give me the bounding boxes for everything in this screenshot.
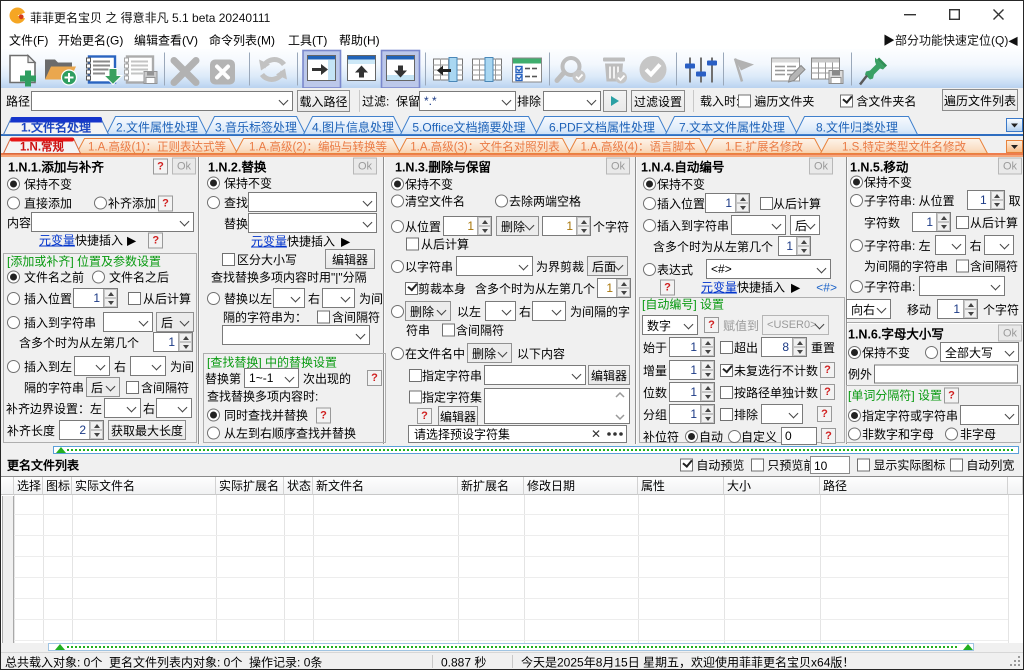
svg-text:1.A.高级(1)：正则表达式等: 1.A.高级(1)：正则表达式等 [88, 140, 226, 154]
svg-text:8.文件归类处理: 8.文件归类处理 [816, 120, 898, 135]
svg-text:1.N.常规: 1.N.常规 [20, 140, 65, 154]
svg-text:3.音乐标签处理: 3.音乐标签处理 [215, 120, 297, 135]
svg-text:1.文件名处理: 1.文件名处理 [21, 120, 91, 135]
svg-text:2.文件属性处理: 2.文件属性处理 [116, 120, 198, 135]
svg-text:1.A.高级(2)：编码与转换等: 1.A.高级(2)：编码与转换等 [249, 140, 387, 154]
svg-text:6.PDF文档属性处理: 6.PDF文档属性处理 [549, 120, 655, 135]
svg-text:1.A.高级(3)：文件名对照列表: 1.A.高级(3)：文件名对照列表 [410, 140, 560, 154]
svg-text:1.A.高级(4)：语言脚本: 1.A.高级(4)：语言脚本 [580, 140, 696, 154]
svg-text:1.S.特定类型文件名修改: 1.S.特定类型文件名修改 [842, 140, 966, 154]
svg-text:7.文本文件属性处理: 7.文本文件属性处理 [679, 120, 785, 135]
svg-text:5.Office文档摘要处理: 5.Office文档摘要处理 [412, 120, 525, 135]
svg-text:4.图片信息处理: 4.图片信息处理 [312, 120, 394, 135]
svg-text:1.E.扩展名修改: 1.E.扩展名修改 [725, 140, 803, 154]
